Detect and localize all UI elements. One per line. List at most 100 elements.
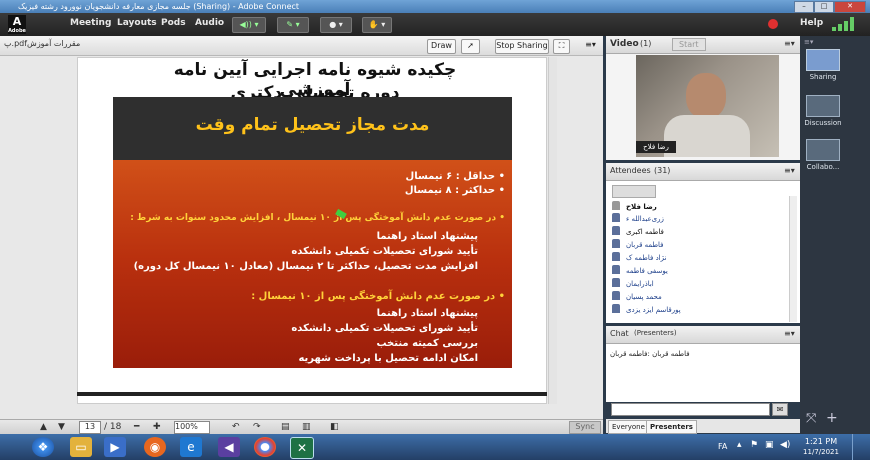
file-explorer-icon[interactable]: ▭ <box>70 437 92 457</box>
attendees-pod-header: Attendees (31) ≡▾ <box>606 163 800 181</box>
chat-message: فاطمه قربان :فاطمه قربان <box>610 350 690 358</box>
start-button-icon[interactable]: ❖ <box>32 437 54 457</box>
slide-section2-item: پیشنهاد استاد راهنما <box>376 308 478 319</box>
chat-tabs: Everyone Presenters <box>606 419 800 434</box>
language-indicator[interactable]: FA <box>718 442 727 451</box>
rail-menu-icon[interactable]: ≡▾ <box>804 38 866 46</box>
fullscreen-icon[interactable]: ⛶ <box>553 39 570 54</box>
chat-input[interactable] <box>611 403 770 416</box>
video-pod-title: Video <box>610 39 639 49</box>
layout-discussion[interactable]: Discussion <box>803 95 843 127</box>
share-bottom-bar: ▲ ▼ 13 / 18 ━ ✚ 100% ↶ ↷ ▤ ▥ ◧ Sync <box>0 419 603 435</box>
volume-icon[interactable]: ◀) <box>780 440 790 450</box>
menu-meeting[interactable]: Meeting <box>70 18 111 28</box>
maximize-button[interactable]: □ <box>814 1 834 13</box>
rotate-right-icon[interactable]: ↷ <box>253 422 261 432</box>
attendee-item[interactable]: یوسفی فاطمه <box>612 265 668 278</box>
attendees-scrollbar[interactable] <box>789 196 797 322</box>
media-icon[interactable]: ◀ <box>218 437 240 457</box>
user-icon <box>612 291 620 300</box>
pod-menu-icon[interactable]: ≡▾ <box>583 39 598 52</box>
user-icon <box>612 239 620 248</box>
zoom-select[interactable]: 100% <box>174 421 210 434</box>
send-message-icon[interactable]: ✉ <box>772 403 788 416</box>
draw-button[interactable]: Draw <box>427 39 456 54</box>
show-desktop-button[interactable] <box>852 434 870 460</box>
slide-bullet-max: • حداکثر : ۸ نیمسال <box>404 185 505 196</box>
webcam-icon[interactable]: ● ▾ <box>320 17 352 33</box>
video-count: (1) <box>640 39 652 48</box>
attendees-count: (31) <box>654 166 671 175</box>
attendee-item[interactable]: زری‌عبدالله ء <box>612 213 664 226</box>
clock-time[interactable]: 1:21 PM <box>801 437 841 446</box>
layout-thumb <box>806 139 840 161</box>
tab-everyone[interactable]: Everyone <box>608 420 649 434</box>
vertical-scrollbar[interactable] <box>548 57 557 404</box>
view-toggle-icon[interactable] <box>612 185 656 198</box>
stop-sharing-button[interactable]: Stop Sharing <box>495 39 549 54</box>
add-layout-icon[interactable]: + <box>826 410 838 426</box>
menu-bar: A Adobe Meeting Layouts Pods Audio ◀)) ▾ … <box>0 13 870 36</box>
chat-title: Chat <box>610 329 629 338</box>
firefox-icon[interactable]: ◉ <box>144 437 166 457</box>
attendee-item[interactable]: پورقاسم ایزد یزدی <box>612 304 681 317</box>
minimize-button[interactable]: – <box>794 1 814 13</box>
pod-menu-icon[interactable]: ≡▾ <box>784 39 795 48</box>
layout-settings-icon[interactable]: ⤧ <box>806 411 816 426</box>
slide-heading: مدت مجاز تحصیل تمام وقت <box>195 115 430 135</box>
flag-icon[interactable]: ⚑ <box>750 440 758 450</box>
share-pod-header: پ.pdfمقررات آموزش Draw ➚ Stop Sharing ⛶ … <box>0 36 603 56</box>
clock-date[interactable]: 11/7/2021 <box>798 448 844 456</box>
chrome-icon[interactable] <box>254 437 276 457</box>
window-title: جلسه مجازی معارفه دانشجویان نوورود رشته … <box>18 2 300 11</box>
pod-menu-icon[interactable]: ≡▾ <box>784 166 795 175</box>
user-icon <box>612 213 620 222</box>
layout-sharing[interactable]: Sharing <box>803 49 843 81</box>
menu-pods[interactable]: Pods <box>161 18 186 28</box>
sync-button[interactable]: Sync <box>569 421 601 434</box>
edge-icon[interactable]: e <box>180 437 202 457</box>
user-icon <box>612 265 620 274</box>
zoom-out-icon[interactable]: ━ <box>134 422 139 432</box>
start-webcam-button[interactable]: Start <box>672 38 706 51</box>
user-icon <box>612 226 620 235</box>
tray-arrow-icon[interactable]: ▴ <box>737 440 742 450</box>
network-icon[interactable]: ▣ <box>765 440 774 450</box>
two-page-icon[interactable]: ▥ <box>302 422 311 432</box>
slide-section1-item: تأیید شورای تحصیلات تکمیلی دانشکده <box>291 246 478 257</box>
slide-section2-title: • در صورت عدم دانش آموختگی پس از ۱۰ نیمس… <box>251 291 505 302</box>
close-button[interactable]: ✕ <box>834 1 866 13</box>
single-page-icon[interactable]: ▤ <box>281 422 290 432</box>
annotation-icon[interactable]: ◧ <box>330 422 339 432</box>
menu-audio[interactable]: Audio <box>195 18 224 28</box>
layout-collaboration[interactable]: Collabo... <box>803 139 843 171</box>
arrow-down-icon[interactable]: ▼ <box>58 422 65 432</box>
menu-layouts[interactable]: Layouts <box>117 18 157 28</box>
attendee-item[interactable]: فاطمه اکبری <box>612 226 664 239</box>
raise-hand-icon[interactable]: ✋ ▾ <box>362 17 392 33</box>
user-icon <box>612 252 620 261</box>
menu-help[interactable]: Help <box>800 18 823 28</box>
attendee-item[interactable]: فاطمه قربان <box>612 239 664 252</box>
zoom-in-icon[interactable]: ✚ <box>153 422 161 432</box>
media-player-icon[interactable]: ▶ <box>104 437 126 457</box>
shared-filename: پ.pdfمقررات آموزش <box>4 39 81 48</box>
recording-icon[interactable] <box>768 19 778 29</box>
video-pod-header: Video (1) Start ≡▾ <box>606 36 800 54</box>
slide-section1-item: پیشنهاد استاد راهنما <box>376 231 478 242</box>
speaker-icon[interactable]: ◀)) ▾ <box>232 17 266 33</box>
tab-presenters[interactable]: Presenters <box>646 420 697 434</box>
microphone-icon[interactable]: ✎ ▾ <box>277 17 309 33</box>
attendee-item[interactable]: محمد پسیان <box>612 291 662 304</box>
rotate-left-icon[interactable]: ↶ <box>232 422 240 432</box>
pod-menu-icon[interactable]: ≡▾ <box>784 329 795 338</box>
user-icon <box>612 278 620 287</box>
attendee-item[interactable]: اباذر‌ایمان <box>612 278 654 291</box>
user-icon <box>612 304 620 313</box>
page-number-input[interactable]: 13 <box>79 421 101 434</box>
excel-icon[interactable]: ✕ <box>290 437 314 459</box>
pointer-icon[interactable]: ➚ <box>461 39 480 54</box>
chat-pod-header: Chat (Presenters) ≡▾ <box>606 326 800 344</box>
arrow-up-icon[interactable]: ▲ <box>40 422 47 432</box>
attendee-item[interactable]: نژاد فاطمه ک <box>612 252 666 265</box>
